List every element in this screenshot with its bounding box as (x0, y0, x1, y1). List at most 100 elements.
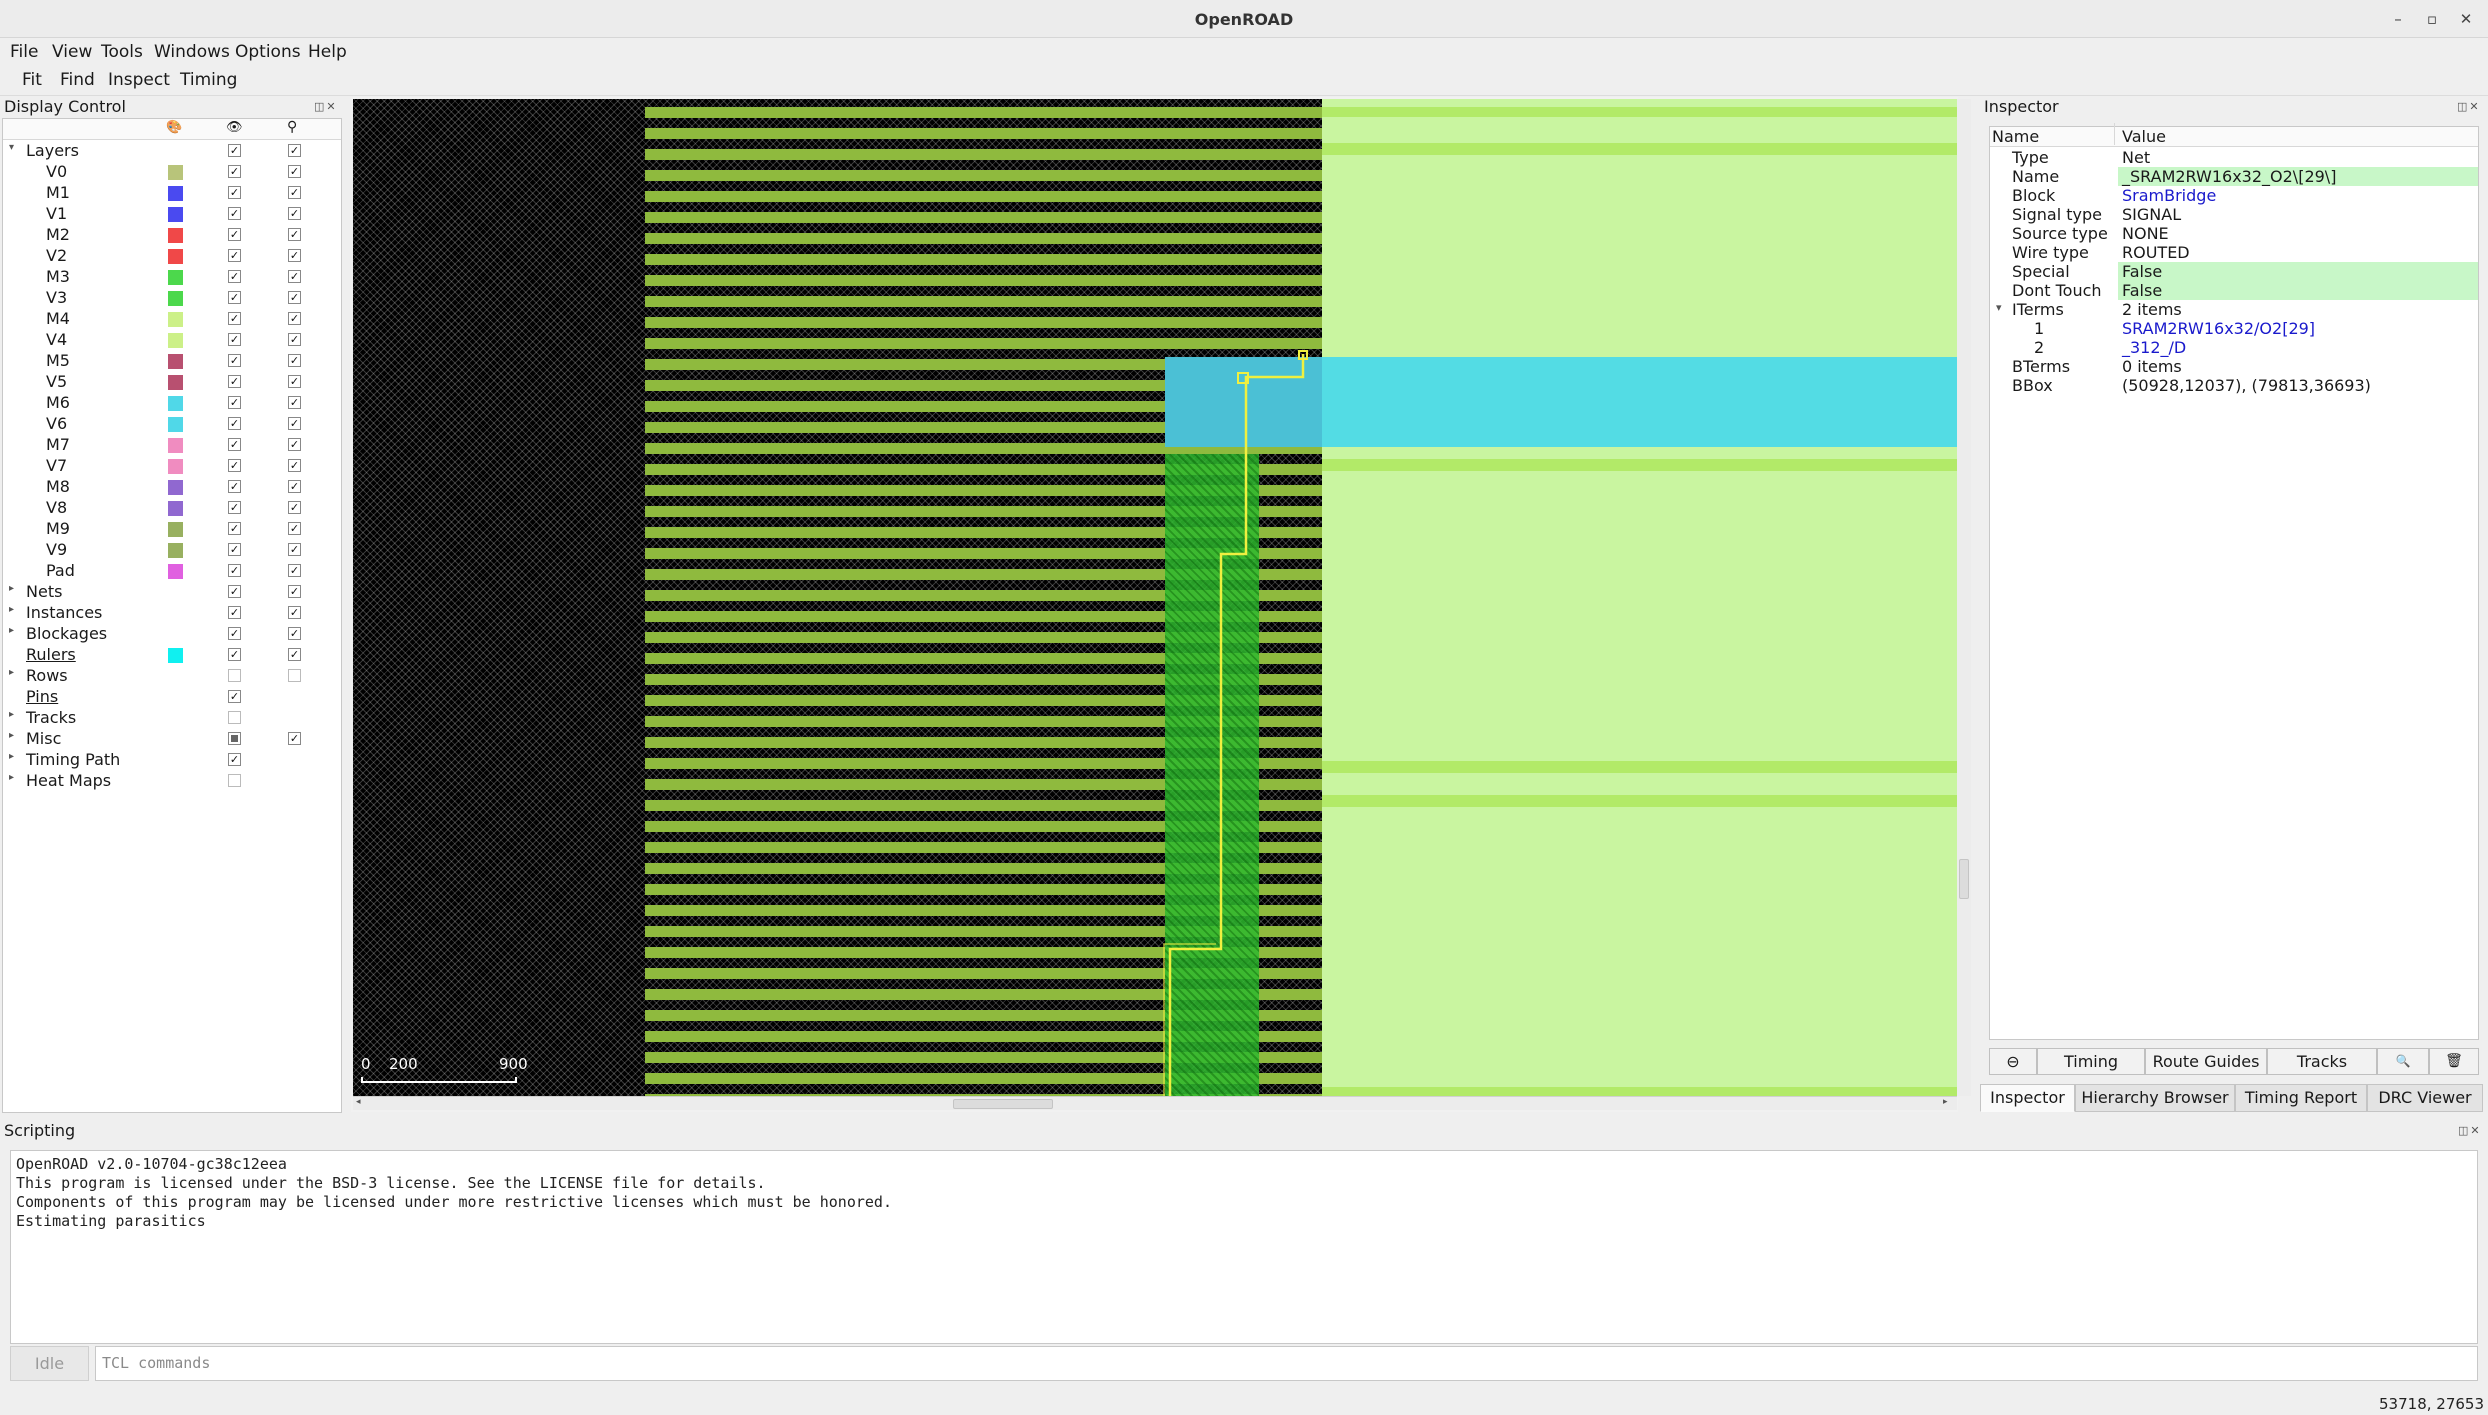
visibility-checkbox[interactable]: ✓ (228, 522, 241, 535)
visibility-checkbox[interactable]: ✓ (228, 753, 241, 766)
expand-arrow-icon[interactable]: ▸ (9, 667, 14, 678)
timing-button[interactable]: Timing (180, 70, 237, 90)
expand-arrow-icon[interactable]: ▾ (1996, 301, 2002, 314)
expand-arrow-icon[interactable]: ▸ (9, 730, 14, 741)
visibility-checkbox[interactable] (228, 711, 241, 724)
visibility-checkbox[interactable] (228, 669, 241, 682)
fit-button[interactable]: Fit (22, 70, 42, 90)
selectable-checkbox[interactable]: ✓ (288, 459, 301, 472)
inspector-row[interactable]: ▾ ITerms 2 items (1990, 300, 2478, 319)
selectable-checkbox[interactable]: ✓ (288, 585, 301, 598)
expand-arrow-icon[interactable]: ▸ (9, 604, 14, 615)
vertical-scroll-thumb[interactable] (1959, 859, 1969, 899)
layer-color-swatch[interactable] (168, 375, 183, 390)
menu-help[interactable]: Help (308, 42, 347, 62)
visibility-checkbox[interactable]: ✓ (228, 585, 241, 598)
visibility-checkbox[interactable]: ✓ (228, 690, 241, 703)
visibility-checkbox[interactable]: ✓ (228, 165, 241, 178)
visibility-checkbox[interactable]: ✓ (228, 501, 241, 514)
route-guides-button[interactable]: Route Guides (2145, 1048, 2267, 1075)
layer-row[interactable]: V3 ✓ ✓ (3, 287, 341, 308)
minimize-button[interactable]: – (2386, 7, 2410, 31)
group-color-swatch[interactable] (168, 648, 183, 663)
tab-drc-viewer[interactable]: DRC Viewer (2367, 1084, 2483, 1112)
visibility-checkbox[interactable]: ✓ (228, 627, 241, 640)
visibility-checkbox[interactable]: ✓ (228, 312, 241, 325)
layer-row[interactable]: V9 ✓ ✓ (3, 539, 341, 560)
selectable-checkbox[interactable]: ✓ (288, 732, 301, 745)
tree-item-group[interactable]: ▸ Tracks (3, 707, 341, 728)
scroll-left-icon[interactable]: ◂ (356, 1097, 361, 1107)
layer-color-swatch[interactable] (168, 270, 183, 285)
layer-row[interactable]: M5 ✓ ✓ (3, 350, 341, 371)
layer-row[interactable]: V0 ✓ ✓ (3, 161, 341, 182)
layer-color-swatch[interactable] (168, 417, 183, 432)
selectable-checkbox[interactable]: ✓ (288, 144, 301, 157)
tcl-command-input[interactable]: TCL commands (95, 1346, 2478, 1381)
inspector-row[interactable]: Special False (1990, 262, 2478, 281)
inspect-button[interactable]: Inspect (108, 70, 170, 90)
expand-arrow-icon[interactable]: ▾ (9, 142, 14, 153)
visibility-checkbox[interactable]: ✓ (228, 144, 241, 157)
layer-row[interactable]: M6 ✓ ✓ (3, 392, 341, 413)
inspector-row[interactable]: BTerms 0 items (1990, 357, 2478, 376)
layer-color-swatch[interactable] (168, 564, 183, 579)
inspector-row[interactable]: Name _SRAM2RW16x32_O2\[29\] (1990, 167, 2478, 186)
delete-icon[interactable]: 🗑 (2429, 1048, 2479, 1075)
layer-color-swatch[interactable] (168, 228, 183, 243)
selectable-checkbox[interactable]: ✓ (288, 186, 301, 199)
property-value[interactable]: _312_/D (2118, 338, 2478, 357)
visibility-checkbox[interactable]: ✓ (228, 249, 241, 262)
layer-color-swatch[interactable] (168, 312, 183, 327)
layer-row[interactable]: Pad ✓ ✓ (3, 560, 341, 581)
visibility-checkbox[interactable]: ✓ (228, 270, 241, 283)
inspector-row[interactable]: Wire type ROUTED (1990, 243, 2478, 262)
layer-color-swatch[interactable] (168, 459, 183, 474)
visibility-checkbox[interactable]: ✓ (228, 354, 241, 367)
layer-row[interactable]: V2 ✓ ✓ (3, 245, 341, 266)
layer-color-swatch[interactable] (168, 354, 183, 369)
menu-view[interactable]: View (52, 42, 92, 62)
selectable-checkbox[interactable]: ✓ (288, 417, 301, 430)
visibility-checkbox[interactable]: ✓ (228, 480, 241, 493)
dock-float-close-buttons[interactable]: ◫✕ (314, 100, 338, 113)
layer-row[interactable]: V7 ✓ ✓ (3, 455, 341, 476)
horizontal-scrollbar[interactable]: ◂ ▸ (353, 1096, 1957, 1110)
tree-item-group[interactable]: ▸ Rows (3, 665, 341, 686)
inspector-row[interactable]: Source type NONE (1990, 224, 2478, 243)
tree-item-layers[interactable]: ▾ Layers ✓ ✓ (3, 140, 341, 161)
timing-action-button[interactable]: Timing (2037, 1048, 2145, 1075)
tree-item-group[interactable]: Rulers ✓ ✓ (3, 644, 341, 665)
layer-row[interactable]: M9 ✓ ✓ (3, 518, 341, 539)
tree-item-group[interactable]: Pins ✓ (3, 686, 341, 707)
layer-color-swatch[interactable] (168, 186, 183, 201)
layer-color-swatch[interactable] (168, 207, 183, 222)
property-value[interactable]: SramBridge (2118, 186, 2478, 205)
console-output[interactable]: OpenROAD v2.0-10704-gc38c12eea This progr… (10, 1150, 2478, 1344)
tab-inspector[interactable]: Inspector (1980, 1084, 2075, 1112)
visibility-checkbox[interactable]: ✓ (228, 438, 241, 451)
visibility-checkbox[interactable]: ✓ (228, 291, 241, 304)
selectable-checkbox[interactable]: ✓ (288, 165, 301, 178)
vertical-scrollbar[interactable] (1957, 99, 1971, 1096)
visibility-checkbox[interactable]: ✓ (228, 648, 241, 661)
layer-color-swatch[interactable] (168, 480, 183, 495)
selectable-checkbox[interactable]: ✓ (288, 228, 301, 241)
inspector-row[interactable]: Dont Touch False (1990, 281, 2478, 300)
layer-row[interactable]: M7 ✓ ✓ (3, 434, 341, 455)
visibility-checkbox[interactable]: ✓ (228, 228, 241, 241)
property-value[interactable]: SRAM2RW16x32/O2[29] (2118, 319, 2478, 338)
search-icon[interactable]: 🔍 (2377, 1048, 2429, 1075)
expand-arrow-icon[interactable]: ▸ (9, 709, 14, 720)
selectable-checkbox[interactable]: ✓ (288, 480, 301, 493)
layer-row[interactable]: V4 ✓ ✓ (3, 329, 341, 350)
selectable-checkbox[interactable]: ✓ (288, 312, 301, 325)
layer-row[interactable]: M4 ✓ ✓ (3, 308, 341, 329)
selectable-checkbox[interactable] (288, 669, 301, 682)
visibility-checkbox[interactable]: ✓ (228, 207, 241, 220)
visibility-checkbox[interactable] (228, 774, 241, 787)
menu-file[interactable]: File (10, 42, 38, 62)
visibility-checkbox[interactable]: ✓ (228, 375, 241, 388)
layer-color-swatch[interactable] (168, 501, 183, 516)
selectable-checkbox[interactable]: ✓ (288, 627, 301, 640)
